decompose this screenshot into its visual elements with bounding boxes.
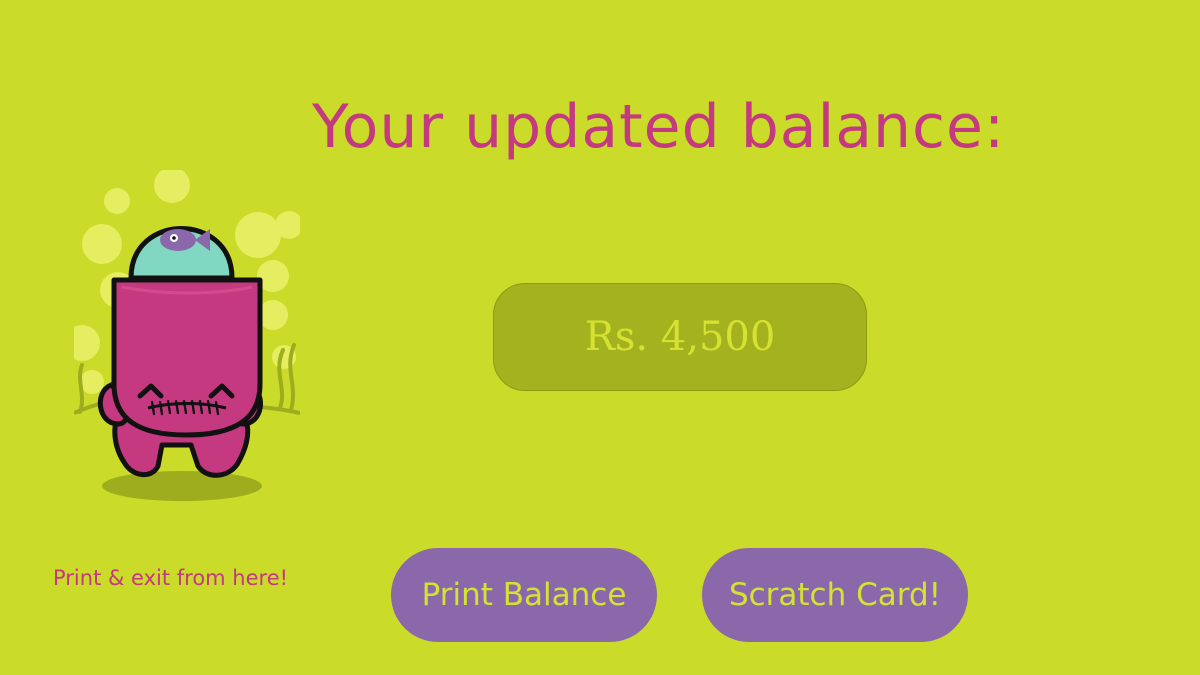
- print-exit-hint: Print & exit from here!: [53, 566, 289, 590]
- mascot-illustration: [74, 170, 300, 510]
- balance-display: Rs. 4,500: [493, 283, 867, 391]
- balance-amount: Rs. 4,500: [584, 314, 776, 360]
- print-balance-button[interactable]: Print Balance: [391, 548, 657, 642]
- page-title: Your updated balance:: [312, 92, 1006, 162]
- scratch-card-button[interactable]: Scratch Card!: [702, 548, 968, 642]
